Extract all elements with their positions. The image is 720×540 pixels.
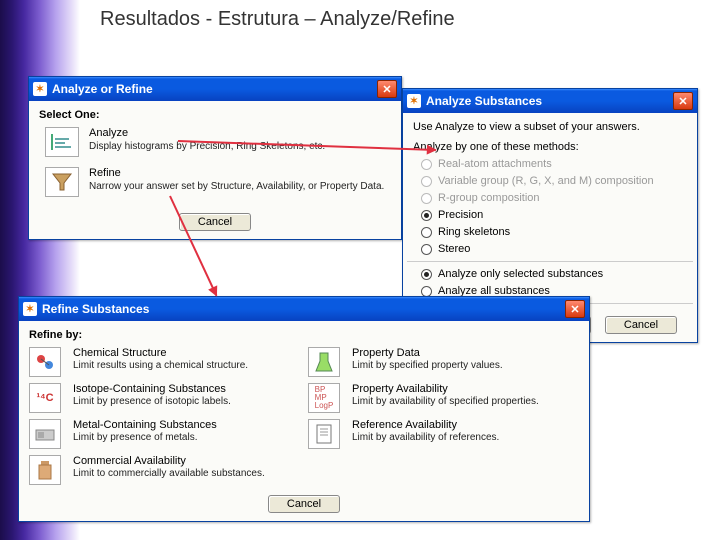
histogram-icon [45, 127, 79, 157]
commercial-availability-option[interactable]: Commercial Availability Limit to commerc… [73, 455, 300, 489]
option-title: Isotope-Containing Substances [73, 383, 300, 395]
beaker-icon[interactable] [308, 347, 340, 377]
metal-icon[interactable] [29, 419, 61, 449]
app-icon: ✶ [33, 82, 47, 96]
window-refine-substances: ✶ Refine Substances ✕ Refine by: Chemica… [18, 296, 590, 522]
radio-precision[interactable]: Precision [421, 209, 687, 221]
option-desc: Limit to commercially available substanc… [73, 468, 300, 479]
window-analyze-or-refine: ✶ Analyze or Refine ✕ Select One: Analyz… [28, 76, 402, 240]
radio-stereo[interactable]: Stereo [421, 243, 687, 255]
property-avail-icon[interactable]: BPMPLogP [308, 383, 340, 413]
option-desc: Limit by availability of references. [352, 432, 579, 443]
option-desc: Limit by presence of isotopic labels. [73, 396, 300, 407]
window-title: Analyze or Refine [52, 82, 153, 96]
titlebar[interactable]: ✶ Refine Substances ✕ [19, 297, 589, 321]
radio-label: Ring skeletons [438, 226, 510, 238]
analyze-label: Analyze [89, 127, 325, 139]
radio-label: Precision [438, 209, 483, 221]
option-title: Property Availability [352, 383, 579, 395]
app-icon: ✶ [23, 302, 37, 316]
option-title: Property Data [352, 347, 579, 359]
isotope-option[interactable]: Isotope-Containing Substances Limit by p… [73, 383, 300, 417]
radio-label: Analyze only selected substances [438, 268, 603, 280]
funnel-icon [45, 167, 79, 197]
radio-ring-skeletons[interactable]: Ring skeletons [421, 226, 687, 238]
option-desc: Limit by specified property values. [352, 360, 579, 371]
radio-label: R-group composition [438, 192, 540, 204]
window-title: Refine Substances [42, 302, 149, 316]
radio-r-group: R-group composition [421, 192, 687, 204]
refine-option[interactable]: Refine Narrow your answer set by Structu… [45, 167, 391, 197]
close-icon[interactable]: ✕ [377, 80, 397, 98]
close-icon[interactable]: ✕ [565, 300, 585, 318]
structure-icon[interactable] [29, 347, 61, 377]
app-icon: ✶ [407, 94, 421, 108]
option-title: Chemical Structure [73, 347, 300, 359]
property-availability-option[interactable]: Property Availability Limit by availabil… [352, 383, 579, 417]
chemical-structure-option[interactable]: Chemical Structure Limit results using a… [73, 347, 300, 381]
option-title: Commercial Availability [73, 455, 300, 467]
page-title: Resultados - Estrutura – Analyze/Refine [100, 8, 455, 31]
option-title: Metal-Containing Substances [73, 419, 300, 431]
isotope-icon[interactable]: ¹⁴C [29, 383, 61, 413]
cancel-button[interactable]: Cancel [268, 495, 340, 513]
titlebar[interactable]: ✶ Analyze Substances ✕ [403, 89, 697, 113]
radio-label: Real-atom attachments [438, 158, 552, 170]
radio-label: Variable group (R, G, X, and M) composit… [438, 175, 654, 187]
cancel-button[interactable]: Cancel [605, 316, 677, 334]
refine-label: Refine [89, 167, 384, 179]
option-desc: Limit by presence of metals. [73, 432, 300, 443]
bottle-icon[interactable] [29, 455, 61, 485]
document-icon[interactable] [308, 419, 340, 449]
property-data-option[interactable]: Property Data Limit by specified propert… [352, 347, 579, 381]
window-title: Analyze Substances [426, 94, 542, 108]
titlebar[interactable]: ✶ Analyze or Refine ✕ [29, 77, 401, 101]
reference-availability-option[interactable]: Reference Availability Limit by availabi… [352, 419, 579, 453]
radio-label: Stereo [438, 243, 470, 255]
radio-real-atom: Real-atom attachments [421, 158, 687, 170]
intro-text: Use Analyze to view a subset of your ans… [413, 121, 687, 133]
select-one-label: Select One: [39, 109, 391, 121]
radio-variable-group: Variable group (R, G, X, and M) composit… [421, 175, 687, 187]
refine-by-label: Refine by: [29, 329, 579, 341]
methods-label: Analyze by one of these methods: [413, 141, 687, 153]
refine-desc: Narrow your answer set by Structure, Ava… [89, 181, 384, 192]
metal-option[interactable]: Metal-Containing Substances Limit by pre… [73, 419, 300, 453]
radio-selected-substances[interactable]: Analyze only selected substances [421, 268, 687, 280]
option-title: Reference Availability [352, 419, 579, 431]
cancel-button[interactable]: Cancel [179, 213, 251, 231]
option-desc: Limit by availability of specified prope… [352, 396, 579, 407]
option-desc: Limit results using a chemical structure… [73, 360, 300, 371]
close-icon[interactable]: ✕ [673, 92, 693, 110]
